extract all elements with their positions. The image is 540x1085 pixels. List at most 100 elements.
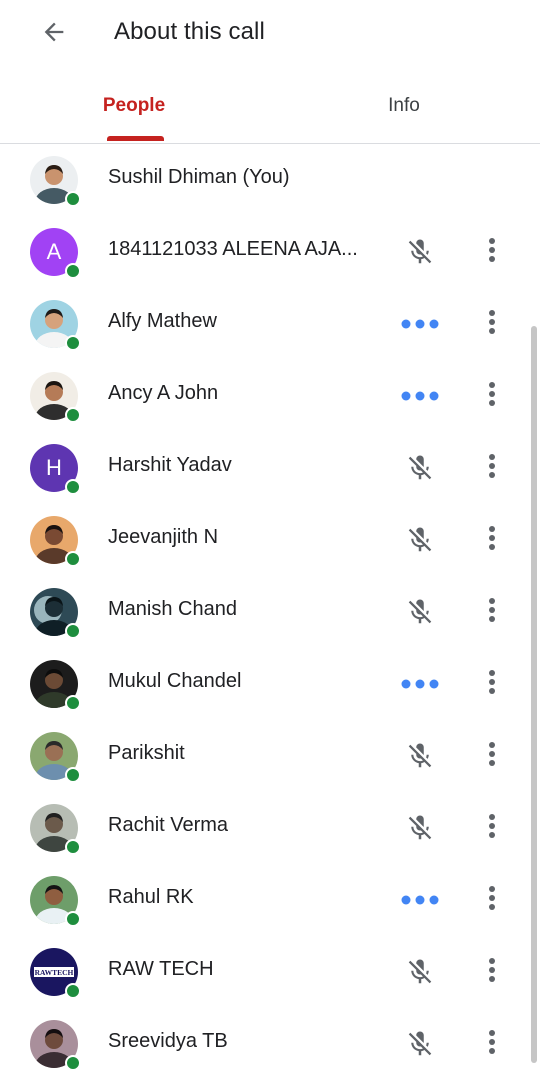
more-options-button[interactable] [468, 660, 516, 708]
more-options-button[interactable] [468, 444, 516, 492]
participant-row[interactable]: Alfy Mathew [0, 288, 540, 360]
avatar-container [30, 804, 81, 855]
presence-indicator [65, 407, 81, 423]
presence-indicator [65, 335, 81, 351]
speaking-indicator-icon [396, 372, 444, 420]
more-vert-icon [480, 883, 504, 918]
speaking-indicator-icon [396, 300, 444, 348]
participant-row[interactable]: Parikshit [0, 720, 540, 792]
participant-row[interactable]: Jeevanjith N [0, 504, 540, 576]
more-vert-icon [480, 811, 504, 846]
participant-row[interactable]: Ancy A John [0, 360, 540, 432]
speaking-indicator-icon [396, 876, 444, 924]
avatar-container [30, 588, 81, 639]
participant-name: 1841121033 ALEENA AJA... [108, 238, 358, 260]
back-button[interactable] [28, 10, 80, 58]
presence-indicator [65, 695, 81, 711]
mic-off-icon [396, 516, 444, 564]
participant-name: Alfy Mathew [108, 310, 217, 332]
participant-row[interactable]: A 1841121033 ALEENA AJA... [0, 216, 540, 288]
tab-bar: People Info [0, 70, 540, 144]
more-options-button[interactable] [468, 300, 516, 348]
avatar-container [30, 300, 81, 351]
more-vert-icon [480, 667, 504, 702]
participant-list: Sushil Dhiman (You) A 1841121033 ALEENA AJ… [0, 144, 540, 1080]
participant-row[interactable]: Rachit Verma [0, 792, 540, 864]
avatar-initial: H [46, 455, 62, 480]
avatar-container [30, 876, 81, 927]
more-options-button[interactable] [468, 372, 516, 420]
more-options-button[interactable] [468, 876, 516, 924]
participant-row[interactable]: Mukul Chandel [0, 648, 540, 720]
more-vert-icon [480, 739, 504, 774]
participant-name: Parikshit [108, 742, 185, 764]
arrow-back-icon [40, 18, 68, 51]
avatar-container [30, 372, 81, 423]
app-bar: About this call [0, 0, 540, 70]
presence-indicator [65, 479, 81, 495]
avatar-container: A [30, 228, 81, 279]
participant-name: Rahul RK [108, 886, 194, 908]
more-vert-icon [480, 307, 504, 342]
tab-people[interactable]: People [60, 70, 208, 142]
more-vert-icon [480, 451, 504, 486]
more-options-button[interactable] [468, 228, 516, 276]
mic-off-icon [396, 1020, 444, 1068]
mic-off-icon [396, 444, 444, 492]
mic-off-icon [396, 804, 444, 852]
more-options-button[interactable] [468, 588, 516, 636]
presence-indicator [65, 839, 81, 855]
presence-indicator [65, 1055, 81, 1071]
svg-text:RAWTECH: RAWTECH [35, 968, 74, 977]
more-options-button[interactable] [468, 732, 516, 780]
mic-off-icon [396, 948, 444, 996]
more-options-button[interactable] [468, 804, 516, 852]
avatar-container [30, 156, 81, 207]
presence-indicator [65, 263, 81, 279]
avatar-container: H [30, 444, 81, 495]
more-vert-icon [480, 955, 504, 990]
more-vert-icon [480, 595, 504, 630]
mic-off-icon [396, 588, 444, 636]
tab-selected-indicator [107, 136, 164, 141]
avatar-container [30, 732, 81, 783]
more-vert-icon [480, 523, 504, 558]
more-options-button[interactable] [468, 1020, 516, 1068]
presence-indicator [65, 551, 81, 567]
participant-name: Harshit Yadav [108, 454, 232, 476]
more-vert-icon [480, 235, 504, 270]
participant-name: Sushil Dhiman (You) [108, 166, 290, 188]
scrollbar[interactable] [531, 326, 537, 1063]
presence-indicator [65, 191, 81, 207]
participant-name: Rachit Verma [108, 814, 229, 836]
mic-off-icon [396, 228, 444, 276]
more-vert-icon [480, 1027, 504, 1062]
participant-row[interactable]: Manish Chand [0, 576, 540, 648]
participant-name: Manish Chand [108, 598, 237, 620]
participant-row[interactable]: Rahul RK [0, 864, 540, 936]
participant-name: Jeevanjith N [108, 526, 219, 548]
mic-off-icon [396, 732, 444, 780]
tab-info[interactable]: Info [330, 70, 478, 142]
participant-row[interactable]: Sreevidya TB [0, 1008, 540, 1080]
presence-indicator [65, 767, 81, 783]
participant-name: Mukul Chandel [108, 670, 242, 692]
page-title: About this call [114, 18, 265, 45]
presence-indicator [65, 623, 81, 639]
avatar-container [30, 660, 81, 711]
participant-name: Ancy A John [108, 382, 219, 404]
speaking-indicator-icon [396, 660, 444, 708]
participant-row[interactable]: H Harshit Yadav [0, 432, 540, 504]
avatar-container: RAWTECH [30, 948, 81, 999]
participant-name: RAW TECH [108, 958, 214, 980]
more-vert-icon [480, 379, 504, 414]
participant-name: Sreevidya TB [108, 1030, 228, 1052]
presence-indicator [65, 911, 81, 927]
participant-row[interactable]: RAWTECH RAW TECH [0, 936, 540, 1008]
more-options-button[interactable] [468, 516, 516, 564]
more-options-button[interactable] [468, 948, 516, 996]
avatar-initial: A [46, 239, 62, 264]
participant-row[interactable]: Sushil Dhiman (You) [0, 144, 540, 216]
presence-indicator [65, 983, 81, 999]
avatar-container [30, 1020, 81, 1071]
